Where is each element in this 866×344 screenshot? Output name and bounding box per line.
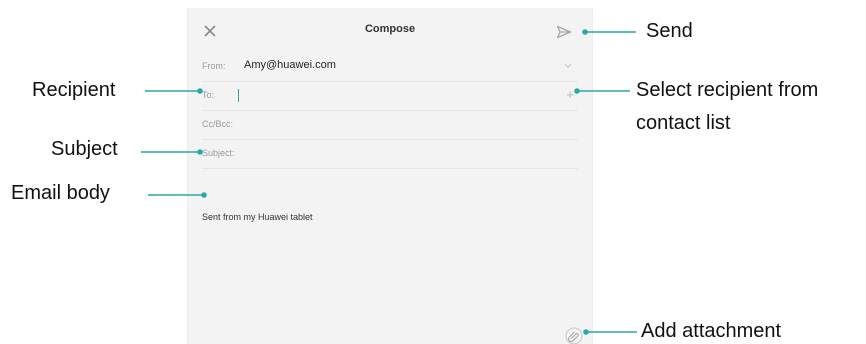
email-body-leader-dot [201,192,207,198]
select-recipient-leader-dot [574,88,580,94]
recipient-leader-dot [197,88,203,94]
callout-subject: Subject [51,138,118,160]
annotated-diagram: Compose From: Amy@huawei.com To: + Cc/Bc… [0,0,866,344]
leader-lines [141,29,637,335]
subject-leader-dot [197,149,203,155]
callout-select-recipient-line2: contact list [636,112,731,134]
callout-email-body: Email body [11,182,110,204]
attachment-leader-dot [583,329,589,335]
send-leader-dot [582,29,588,35]
callout-recipient: Recipient [32,79,116,101]
callout-send: Send [646,20,693,42]
callout-select-recipient-line1: Select recipient from [636,79,819,101]
callout-add-attachment: Add attachment [641,320,782,342]
